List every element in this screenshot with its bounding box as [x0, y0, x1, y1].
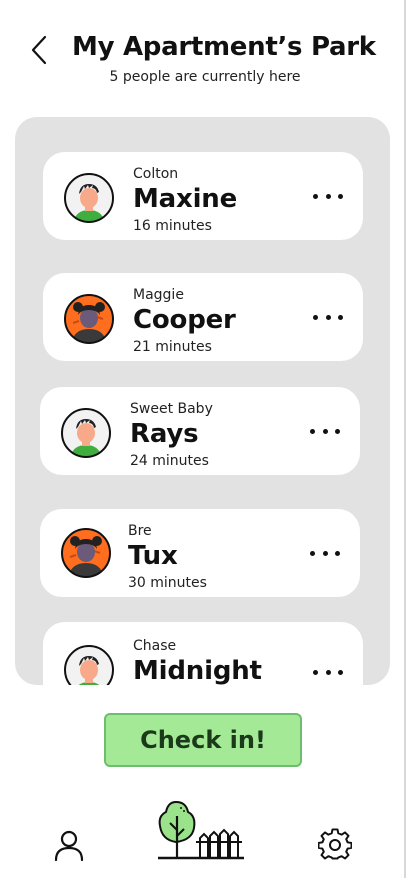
dot-icon [313, 314, 318, 320]
page-title: My Apartment’s Park [72, 32, 376, 62]
pet-name: Rays [130, 419, 199, 449]
owner-name: Colton [133, 166, 179, 182]
nav-settings[interactable] [317, 828, 353, 862]
more-options-button[interactable] [310, 543, 340, 563]
checkin-card[interactable]: Bre Tux 30 minutes [40, 509, 360, 597]
more-options-button[interactable] [313, 662, 343, 682]
checkin-duration: 30 minutes [128, 575, 207, 591]
pet-name: Tux [128, 541, 178, 571]
nav-profile[interactable] [52, 828, 86, 862]
pet-name: Cooper [133, 305, 236, 335]
checkin-duration: 24 minutes [130, 453, 209, 469]
dot-icon [325, 193, 331, 199]
back-button[interactable] [24, 30, 54, 70]
dot-icon [313, 669, 318, 675]
page-subtitle: 5 people are currently here [109, 69, 301, 85]
checkin-card[interactable]: Colton Maxine 16 minutes [43, 152, 363, 240]
boy-avatar-icon [61, 408, 111, 458]
owner-name: Sweet Baby [130, 401, 213, 417]
checkin-card[interactable]: Chase Midnight [43, 622, 363, 685]
owner-name: Maggie [133, 287, 184, 303]
girl-avatar-icon [61, 528, 111, 578]
dot-icon [322, 550, 328, 556]
dot-icon [325, 669, 331, 675]
check-in-button[interactable]: Check in! [104, 713, 302, 767]
dot-icon [338, 193, 343, 199]
more-options-button[interactable] [313, 186, 343, 206]
more-options-button[interactable] [313, 307, 343, 327]
checkin-card[interactable]: Maggie Cooper 21 minutes [43, 273, 363, 361]
dot-icon [338, 314, 343, 320]
dot-icon [335, 428, 340, 434]
chevron-left-icon [31, 35, 47, 65]
girl-avatar-icon [64, 294, 114, 344]
boy-avatar-icon [64, 173, 114, 223]
profile-icon [54, 830, 84, 862]
checkin-card[interactable]: Sweet Baby Rays 24 minutes [40, 387, 360, 475]
checkin-duration: 16 minutes [133, 218, 212, 234]
dot-icon [338, 669, 343, 675]
bottom-nav [0, 790, 406, 878]
pet-name: Maxine [133, 184, 238, 214]
nav-park[interactable] [156, 794, 246, 864]
owner-name: Chase [133, 638, 177, 654]
dot-icon [310, 428, 315, 434]
dot-icon [322, 428, 328, 434]
dot-icon [325, 314, 331, 320]
header: My Apartment’s Park 5 people are current… [0, 0, 406, 110]
boy-avatar-icon [64, 645, 114, 685]
more-options-button[interactable] [310, 421, 340, 441]
dot-icon [313, 193, 318, 199]
owner-name: Bre [128, 523, 152, 539]
checkin-duration: 21 minutes [133, 339, 212, 355]
park-icon [158, 800, 244, 860]
dot-icon [310, 550, 315, 556]
settings-icon [317, 828, 353, 860]
checkin-list[interactable]: Colton Maxine 16 minutes Maggie Cooper 2… [15, 117, 390, 685]
pet-name: Midnight [133, 656, 262, 685]
dot-icon [335, 550, 340, 556]
